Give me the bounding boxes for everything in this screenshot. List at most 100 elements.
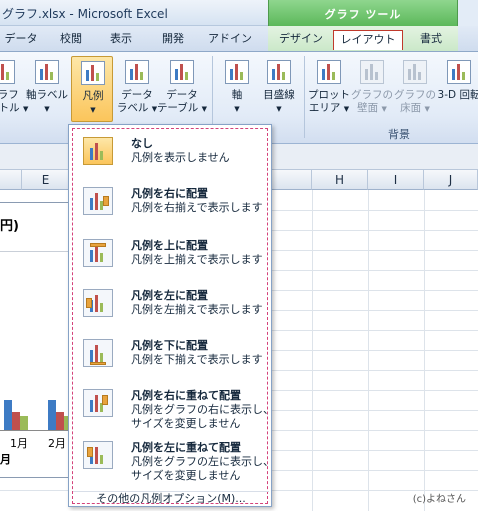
legend-option-right[interactable]: 凡例を右に配置 凡例を右揃えで表示します (75, 181, 265, 229)
3d-rotation-icon (447, 60, 471, 84)
legend-option-desc-line1: 凡例をグラフの左に表示し、 (131, 455, 274, 468)
axis-label-label: 軸ラベル (26, 89, 68, 101)
chart-plot-area (0, 303, 72, 431)
axis-label: 軸 (231, 89, 243, 101)
column-header-j[interactable]: J (424, 170, 478, 190)
tab-design[interactable]: デザイン (276, 30, 326, 50)
chart-wall-icon (360, 60, 384, 84)
legend-option-desc: 凡例をグラフの左に表示し、 サイズを変更しません (131, 455, 274, 483)
legend-option-title: 凡例を右に重ねて配置 (131, 389, 241, 402)
legend-option-title: 凡例を上に配置 (131, 239, 208, 252)
tab-addins[interactable]: アドイン (206, 30, 254, 50)
tab-developer[interactable]: 開発 (156, 30, 190, 50)
column-header-i[interactable]: I (368, 170, 424, 190)
chart-floor-icon (403, 60, 427, 84)
legend-bottom-icon (83, 339, 113, 367)
data-label-icon (125, 60, 149, 84)
axis-label-icon (35, 60, 59, 84)
tab-view[interactable]: 表示 (104, 30, 138, 50)
chart-floor-label-1: グラフの (394, 89, 436, 101)
dropdown-arrow-icon: ▼ (90, 106, 96, 114)
chart-title-label-1: グラフ (0, 89, 19, 101)
data-table-label-1: データ (166, 89, 198, 101)
legend-right-icon (83, 187, 113, 215)
axis-icon (225, 60, 249, 84)
dropdown-arrow-icon: ▼ (276, 105, 282, 113)
legend-option-overlay-left[interactable]: 凡例を左に重ねて配置 凡例をグラフの左に表示し、 サイズを変更しません (75, 435, 274, 487)
data-table-label-2: テーブル (156, 102, 199, 114)
gridlines-button[interactable]: 目盛線 ▼ (258, 56, 300, 122)
dropdown-arrow-icon: ▼ (201, 105, 208, 113)
title-bar: グラフ.xlsx - Microsoft Excel グラフ ツール (0, 0, 478, 26)
chart-tools-label: グラフ ツール (324, 8, 402, 21)
embedded-chart[interactable]: 円) 1月 2月 月 (0, 202, 72, 478)
month-label-2: 2月 (48, 437, 66, 450)
dropdown-arrow-icon: ▼ (234, 105, 240, 113)
3d-rotation-button[interactable]: 3-D 回転 (438, 56, 478, 122)
ribbon-tab-row: データ 校閲 表示 開発 アドイン デザイン レイアウト 書式 (0, 26, 478, 52)
dropdown-arrow-icon: ▼ (424, 105, 430, 113)
legend-option-desc: 凡例を上揃えで表示します (131, 253, 263, 266)
tab-data[interactable]: データ (2, 30, 40, 50)
legend-button[interactable]: 凡例 ▼ (71, 56, 113, 122)
credit-text: (c)よねさん (412, 494, 466, 505)
legend-option-desc: 凡例を下揃えで表示します (131, 353, 263, 366)
column-header-e[interactable]: E (22, 170, 70, 190)
gridlines-label: 目盛線 (263, 89, 295, 101)
legend-option-title: なし (131, 137, 153, 150)
chart-title-label-2: タイトル (0, 102, 20, 114)
plot-area-button[interactable]: プロット エリア ▼ (308, 56, 350, 122)
dropdown-arrow-icon: ▼ (381, 105, 387, 113)
data-table-icon (170, 60, 194, 84)
tab-review[interactable]: 校閲 (54, 30, 88, 50)
legend-option-desc: 凡例をグラフの右に表示し、 サイズを変更しません (131, 403, 274, 431)
legend-options-gallery: なし 凡例を表示しません 凡例を右に配置 凡例を右揃えで表示します 凡例を上に配… (72, 128, 274, 505)
data-label-button[interactable]: データ ラベル ▼ (116, 56, 158, 122)
axis-label-button[interactable]: 軸ラベル ▼ (26, 56, 68, 122)
chart-bar (20, 416, 28, 430)
plot-area-icon (317, 60, 341, 84)
chart-wall-label-2: 壁面 (357, 102, 379, 114)
column-header-h[interactable]: H (312, 170, 368, 190)
chart-floor-button[interactable]: グラフの 床面 ▼ (394, 56, 436, 122)
chart-bar (12, 412, 20, 430)
legend-option-title: 凡例を下に配置 (131, 339, 208, 352)
legend-overlay-right-icon (83, 389, 113, 417)
chart-bar (56, 412, 64, 430)
legend-option-title: 凡例を左に配置 (131, 289, 208, 302)
3d-rotation-label: 3-D 回転 (437, 89, 478, 101)
legend-icon (81, 61, 105, 85)
legend-option-left[interactable]: 凡例を左に配置 凡例を左揃えで表示します (75, 283, 265, 331)
dropdown-arrow-icon: ▼ (44, 105, 50, 113)
plot-area-label-1: プロット (308, 89, 350, 101)
legend-option-title: 凡例を右に配置 (131, 187, 208, 200)
legend-option-desc-line1: 凡例をグラフの右に表示し、 (131, 403, 274, 416)
legend-left-icon (83, 289, 113, 317)
chart-bar (48, 400, 56, 430)
legend-label: 凡例 (82, 90, 104, 102)
legend-dropdown-menu: なし 凡例を表示しません 凡例を右に配置 凡例を右揃えで表示します 凡例を上に配… (68, 124, 274, 507)
chart-tools-tab-group: グラフ ツール (268, 0, 458, 26)
more-legend-options[interactable]: その他の凡例オプション(M)... (73, 491, 269, 505)
month-label-1: 1月 (10, 437, 28, 450)
tab-layout[interactable]: レイアウト (333, 30, 403, 50)
background-group-label: 背景 (388, 128, 410, 141)
legend-option-overlay-right[interactable]: 凡例を右に重ねて配置 凡例をグラフの右に表示し、 サイズを変更しません (75, 383, 274, 435)
legend-option-desc: 凡例を右揃えで表示します (131, 201, 263, 214)
window-title: グラフ.xlsx - Microsoft Excel (2, 7, 168, 21)
column-header-g[interactable] (270, 170, 312, 190)
chart-wall-button[interactable]: グラフの 壁面 ▼ (351, 56, 393, 122)
legend-option-none[interactable]: なし 凡例を表示しません (75, 131, 265, 179)
legend-option-bottom[interactable]: 凡例を下に配置 凡例を下揃えで表示します (75, 333, 265, 381)
chart-bar (4, 400, 12, 430)
data-label-label-1: データ (121, 89, 153, 101)
legend-option-desc-line2: サイズを変更しません (131, 469, 241, 482)
month-axis-title: 月 (0, 453, 11, 466)
column-header-blank[interactable] (0, 170, 22, 190)
data-table-button[interactable]: データ テーブル ▼ (157, 56, 207, 122)
tab-format[interactable]: 書式 (412, 30, 450, 50)
legend-option-top[interactable]: 凡例を上に配置 凡例を上揃えで表示します (75, 233, 265, 281)
chart-gridline (0, 251, 70, 252)
legend-top-icon (83, 239, 113, 267)
legend-option-desc: 凡例を左揃えで表示します (131, 303, 263, 316)
